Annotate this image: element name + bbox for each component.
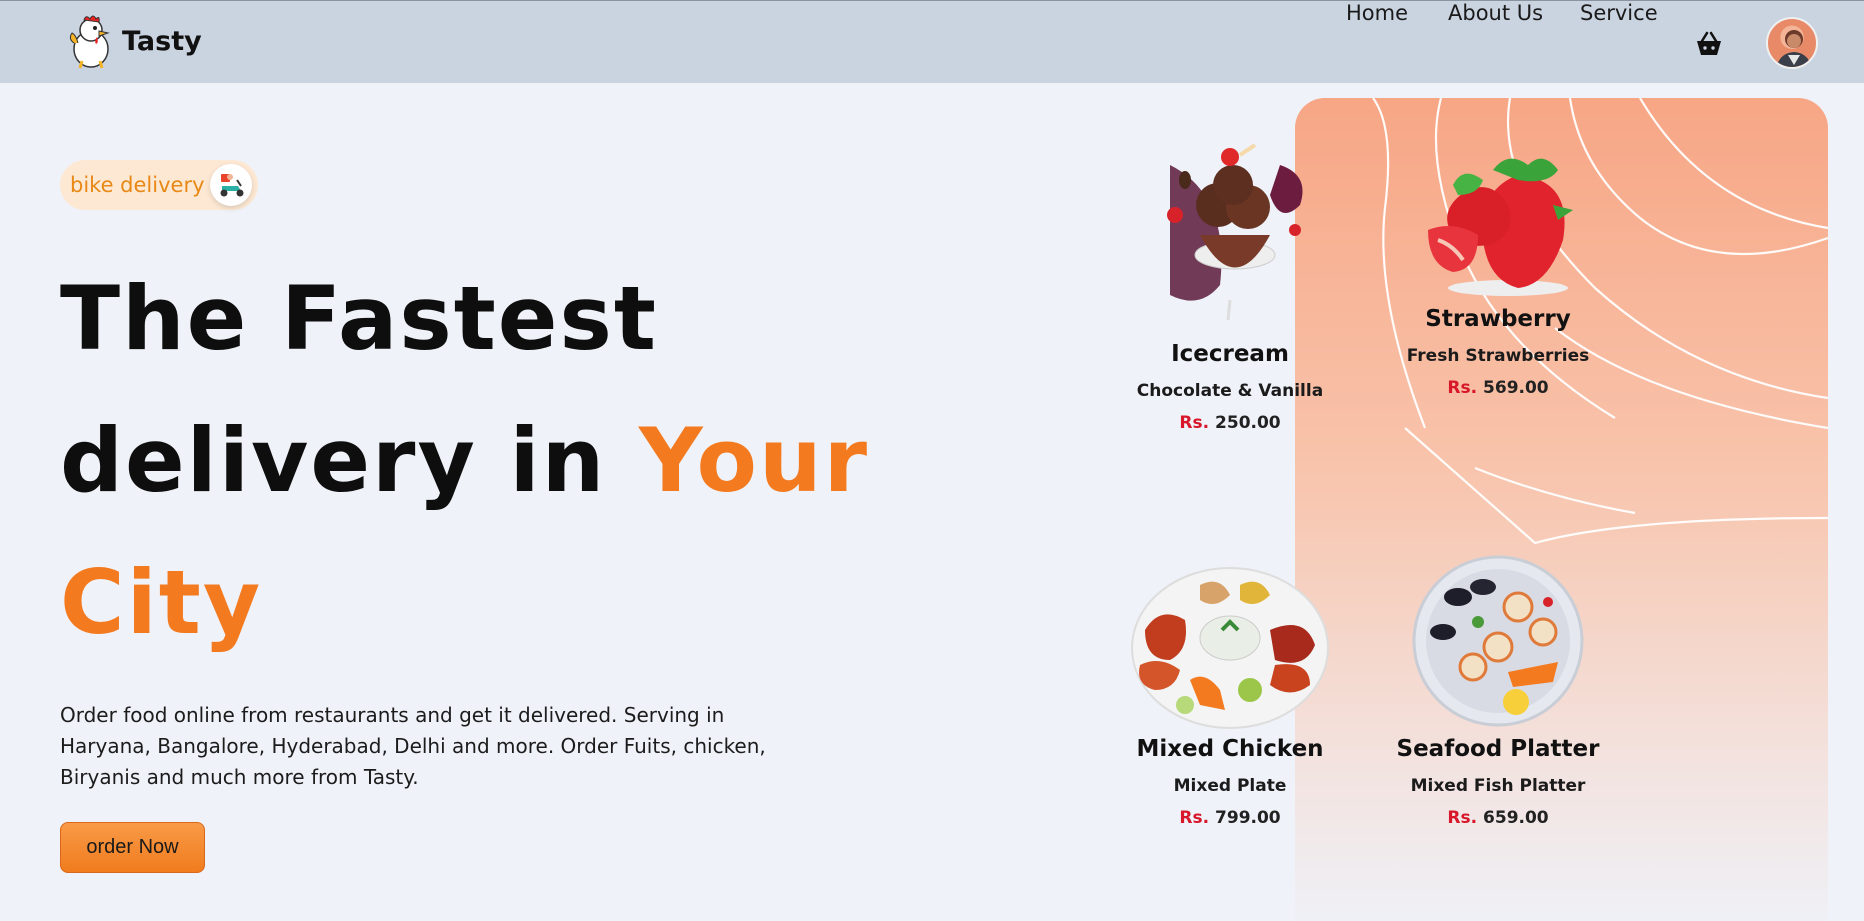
item-description: Fresh Strawberries — [1406, 346, 1590, 366]
seafood-platter-icon — [1412, 555, 1584, 727]
price-currency: Rs. — [1447, 808, 1478, 828]
brand-name: Tasty — [122, 25, 202, 57]
icecream-icon — [1167, 143, 1303, 321]
item-description: Mixed Plate — [1173, 776, 1287, 796]
price-currency: Rs. — [1179, 808, 1210, 828]
price-amount: 799.00 — [1215, 808, 1281, 828]
nav-service-link[interactable]: Service — [1580, 1, 1658, 25]
item-name: Strawberry — [1425, 306, 1571, 332]
hero-description: Order food online from restaurants and g… — [60, 703, 766, 789]
headline-accent-city: City — [60, 551, 263, 654]
headline-line-2: delivery in Your — [60, 390, 960, 532]
menu-card-strawberry[interactable]: Strawberry Fresh Strawberries Rs. 569.00 — [1373, 150, 1623, 398]
item-price: Rs. 659.00 — [1373, 808, 1623, 828]
price-amount: 659.00 — [1483, 808, 1549, 828]
badge-label: bike delivery — [70, 173, 205, 197]
menu-card-seafood-platter[interactable]: Seafood Platter Mixed Fish Platter Rs. 65… — [1373, 552, 1623, 828]
nav-home-link[interactable]: Home — [1346, 1, 1408, 25]
item-description: Chocolate & Vanilla — [1136, 381, 1324, 401]
scooter-icon — [210, 164, 252, 206]
item-price: Rs. 250.00 — [1105, 413, 1355, 433]
item-name: Mixed Chicken — [1136, 736, 1324, 762]
headline-line-2-text: delivery in — [60, 409, 639, 512]
chicken-platter-icon — [1131, 567, 1329, 729]
item-description: Mixed Fish Platter — [1410, 776, 1586, 796]
bike-delivery-badge: bike delivery — [60, 160, 258, 210]
basket-icon[interactable] — [1694, 31, 1724, 57]
headline-line-1: The Fastest — [60, 267, 658, 370]
item-price: Rs. 569.00 — [1373, 378, 1623, 398]
item-name: Icecream — [1171, 341, 1289, 367]
item-price: Rs. 799.00 — [1105, 808, 1355, 828]
brand-logo[interactable]: Tasty — [66, 13, 202, 69]
strawberry-icon — [1428, 158, 1573, 296]
menu-card-mixed-chicken[interactable]: Mixed Chicken Mixed Plate Rs. 799.00 — [1105, 560, 1355, 828]
top-navbar: Tasty Home About Us Service — [0, 0, 1864, 83]
order-now-button[interactable]: order Now — [60, 822, 205, 873]
menu-card-icecream[interactable]: Icecream Chocolate & Vanilla Rs. 250.00 — [1105, 135, 1355, 433]
price-currency: Rs. — [1447, 378, 1478, 398]
person-icon — [1776, 30, 1812, 67]
nav-about-link[interactable]: About Us — [1448, 1, 1543, 25]
price-amount: 569.00 — [1483, 378, 1549, 398]
item-name: Seafood Platter — [1396, 736, 1600, 762]
price-amount: 250.00 — [1215, 413, 1281, 433]
price-currency: Rs. — [1179, 413, 1210, 433]
user-avatar[interactable] — [1766, 17, 1818, 69]
hero-headline: The Fastest delivery in Your City — [60, 248, 960, 674]
chicken-mascot-icon — [69, 15, 110, 69]
headline-accent-your: Your — [638, 409, 870, 512]
